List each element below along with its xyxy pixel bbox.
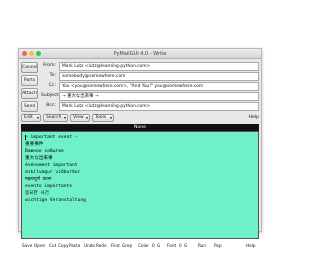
color-button[interactable]: Color [138,243,149,248]
copy-button[interactable]: Copy [58,243,69,248]
find-button[interactable]: Find [111,243,120,248]
font-g-button[interactable]: G [184,243,187,248]
color-g-button[interactable]: G [157,243,160,248]
edit-menu-button[interactable]: Edit ▾ [21,114,41,122]
redo-button[interactable]: Redo [96,243,107,248]
view-menu-label: View [73,115,84,120]
from-field[interactable]: Mark Lutz <lutz@learning-python.com> [59,62,259,71]
color-zero-button[interactable]: 0 [152,243,155,248]
send-button[interactable]: Send [21,101,38,112]
pop-button[interactable]: Pop [214,243,222,248]
body-line: ➝ important event ➝ [25,135,78,140]
body-line: mikilvægur viðburður [25,170,81,175]
edit-menu-label: Edit [24,115,33,120]
body-line: महत्वपूर्ण घटना [25,177,52,182]
save-button[interactable]: Save [22,243,32,248]
from-row: From: Mark Lutz <lutz@learning-python.co… [41,62,259,71]
undo-button[interactable]: Undo [84,243,95,248]
bcc-row: Bcc: Mark Lutz <lutz@learning-python.com… [41,102,259,111]
body-line: Важное событие [25,149,64,154]
parts-button[interactable]: Parts [21,75,38,86]
cc-label: Cc: [48,83,56,88]
body-line: wichtige Veranstaltung [25,198,86,203]
window-title: PyMailGUI 4.0 - Write [113,51,167,57]
statusbar-help-button[interactable]: Help [246,243,256,248]
tools-menu-button[interactable]: Tools ▾ [92,114,114,122]
body-line: 重大な出来事 [25,156,53,161]
subject-label: Subject: [41,93,60,98]
body-line: événement important [25,163,78,168]
search-menu-label: Search [46,115,62,120]
open-button[interactable]: Open [34,243,45,248]
font-button[interactable]: Font [167,243,176,248]
tools-menu-label: Tools [95,115,107,120]
view-menu-button[interactable]: View ▾ [70,114,90,122]
to-label: To: [49,73,56,78]
title-bar[interactable]: PyMailGUI 4.0 - Write [19,49,261,59]
from-label: From: [43,63,56,68]
search-menu-button[interactable]: Search ▾ [43,114,68,122]
compose-window: PyMailGUI 4.0 - Write Cancel Parts Attac… [18,48,262,248]
body-line: 重要事件 [25,142,44,147]
chevron-down-icon: ▾ [109,115,112,120]
cc-field[interactable]: You <you@somewhere.com>, "And You!" you@… [59,82,259,91]
editor-toolbar: Edit ▾ Search ▾ View ▾ Tools ▾ Help [21,114,259,123]
to-field[interactable]: somebody@somewhere.com [59,72,259,81]
font-zero-button[interactable]: 0 [179,243,182,248]
body-line: evento importante [25,184,73,189]
message-body-editor[interactable]: ➝ important event ➝ 重要事件 Важное событие … [21,131,259,239]
body-line: 중요한 사건 [25,191,49,196]
text-cursor [25,135,26,140]
editor-file-label: None [21,124,259,131]
cc-row: Cc: You <you@somewhere.com>, "And You!" … [41,82,259,91]
toolbar-help-link[interactable]: Help [249,115,259,120]
to-row: To: somebody@somewhere.com [41,72,259,81]
bottom-toolbar: Save Open Cut Copy Paste Undo Redo Find … [21,242,259,250]
chevron-down-icon: ▾ [85,115,88,120]
bcc-label: Bcc: [46,103,56,108]
paste-button[interactable]: Paste [69,243,80,248]
bcc-field[interactable]: Mark Lutz <lutz@learning-python.com> [59,102,259,111]
cut-button[interactable]: Cut [49,243,56,248]
cancel-button[interactable]: Cancel [21,62,38,73]
grep-button[interactable]: Grep [122,243,132,248]
chevron-down-icon: ▾ [36,115,39,120]
subject-row: Subject: ➝ 重大な出来事 ➝ [41,92,259,101]
chevron-down-icon: ▾ [63,115,66,120]
subject-field[interactable]: ➝ 重大な出来事 ➝ [59,92,259,101]
attach-button[interactable]: Attach [21,88,38,99]
run-button[interactable]: Run [198,243,206,248]
